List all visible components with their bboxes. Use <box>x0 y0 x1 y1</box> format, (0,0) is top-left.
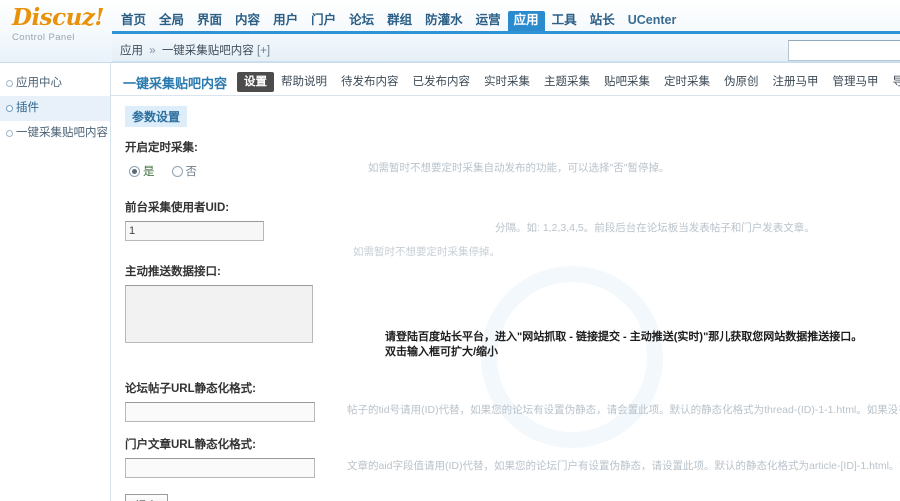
radio-icon-yes[interactable] <box>129 165 140 177</box>
timed-collect-label: 开启定时采集: <box>125 142 198 154</box>
tab-5[interactable]: 主题采集 <box>537 72 597 92</box>
topnav-item-13[interactable]: UCenter <box>622 11 683 31</box>
timed-collect-option-yes-label: 是 <box>143 166 155 178</box>
portal-url-format-hint: 文章的aid字段值请用(ID)代替，如果您的论坛门户有设置伪静态，请设置此项。默… <box>347 460 900 472</box>
topnav-item-9[interactable]: 运营 <box>470 11 507 31</box>
portal-url-format-label: 门户文章URL静态化格式: <box>125 439 256 451</box>
plugin-title: 一键采集贴吧内容 <box>123 75 228 91</box>
timed-collect-hint: 如需暂时不想要定时采集自动发布的功能，可以选择"否"暂停掉。 <box>368 162 670 174</box>
breadcrumb-root[interactable]: 应用 <box>120 45 143 57</box>
topnav-item-8[interactable]: 防灌水 <box>419 11 469 31</box>
timed-collect-option-yes[interactable]: 是 <box>129 163 155 179</box>
breadcrumb-expand-toggle[interactable]: [+] <box>257 45 270 57</box>
forum-url-format-input[interactable] <box>125 402 315 422</box>
tab-1[interactable]: 帮助说明 <box>274 72 334 92</box>
topnav-item-4[interactable]: 用户 <box>267 11 304 31</box>
admin-panel-page: Discuz! Control Panel 首页 全局 界面 内容 用户 门户 论坛 群组 防灌… <box>0 0 900 501</box>
topnav-item-10[interactable]: 应用 <box>507 11 545 31</box>
breadcrumb-separator: » <box>149 45 156 57</box>
breadcrumb: 应用 » 一键采集贴吧内容 [+] <box>120 42 270 58</box>
radio-icon-no[interactable] <box>171 165 183 177</box>
tab-3[interactable]: 已发布内容 <box>406 72 478 92</box>
collector-uid-hint-secondary: 如需暂时不想要定时采集停掉。 <box>353 246 500 258</box>
topnav-item-11[interactable]: 工具 <box>546 11 583 31</box>
topnav-item-7[interactable]: 群组 <box>381 11 418 31</box>
sidebar: 应用中心插件一键采集贴吧内容 <box>0 63 111 501</box>
bullet-icon <box>6 80 13 87</box>
header-nav-area: 首页 全局 界面 内容 用户 门户 论坛 群组 防灌水 运营 应用 工具 站长 UCenter 应用 » … <box>112 0 900 62</box>
tab-8[interactable]: 伪原创 <box>717 72 766 92</box>
topnav-item-12[interactable]: 站长 <box>584 11 621 31</box>
collector-uid-label: 前台采集使用者UID: <box>125 202 230 214</box>
settings-panel: 参数设置 开启定时采集: 是 否 如需暂时不想要定时采集自动发布的功能，可以选择… <box>111 96 900 501</box>
tab-7[interactable]: 定时采集 <box>657 72 717 92</box>
topnav-item-3[interactable]: 内容 <box>229 11 266 31</box>
tab-10[interactable]: 管理马甲 <box>826 72 886 92</box>
field-push-api: 主动推送数据接口: 请登陆百度站长平台，进入"网站抓取 - 链接提交 - 主动推… <box>125 263 900 358</box>
timed-collect-option-no[interactable]: 否 <box>171 163 198 179</box>
bullet-icon <box>6 130 13 137</box>
field-forum-url-format: 论坛帖子URL静态化格式: 帖子的tid号请用(ID)代替，如果您的论坛有设置伪… <box>125 380 900 422</box>
sidebar-item-label: 一键采集贴吧内容 <box>16 127 108 139</box>
tab-6[interactable]: 贴吧采集 <box>597 72 657 92</box>
tab-0[interactable]: 设置 <box>237 72 275 92</box>
section-title: 参数设置 <box>125 106 188 127</box>
field-collector-uid: 前台采集使用者UID: 分隔。如: 1,2,3,4,5。前段后台在论坛板当发表帖… <box>125 199 900 258</box>
sidebar-item-0[interactable]: 应用中心 <box>0 71 110 96</box>
sidebar-item-1[interactable]: 插件 <box>0 96 110 121</box>
topnav-item-0[interactable]: 首页 <box>115 11 152 31</box>
sidebar-item-label: 插件 <box>16 102 39 114</box>
tab-2[interactable]: 待发布内容 <box>334 72 406 92</box>
topnav-item-5[interactable]: 门户 <box>305 11 342 31</box>
timed-collect-option-no-label: 否 <box>185 166 198 178</box>
tab-11[interactable]: 导入马甲 <box>886 72 900 92</box>
brand-subtitle: Control Panel <box>12 32 75 43</box>
field-portal-url-format: 门户文章URL静态化格式: 文章的aid字段值请用(ID)代替，如果您的论坛门户… <box>125 436 900 478</box>
tab-4[interactable]: 实时采集 <box>477 72 537 92</box>
breadcrumb-current[interactable]: 一键采集贴吧内容 <box>162 45 254 57</box>
brand-name: Discuz! <box>12 4 105 31</box>
search-input[interactable] <box>788 40 900 61</box>
breadcrumb-bar: 应用 » 一键采集贴吧内容 [+] <box>112 34 900 62</box>
tab-list: 设置 帮助说明 待发布内容 已发布内容 实时采集 主题采集 贴吧采集 定时采集 伪原创 注册马甲管… <box>237 72 900 92</box>
push-api-hint-line1: 请登陆百度站长平台，进入"网站抓取 - 链接提交 - 主动推送(实时)"那儿获取… <box>385 331 863 343</box>
collector-uid-input[interactable] <box>125 221 264 241</box>
tab-9[interactable]: 注册马甲 <box>766 72 826 92</box>
collector-uid-hint: 分隔。如: 1,2,3,4,5。前段后台在论坛板当发表帖子和门户发表文章。 <box>495 222 815 234</box>
portal-url-format-input[interactable] <box>125 458 315 478</box>
push-api-textarea[interactable] <box>125 285 313 343</box>
field-timed-collect: 开启定时采集: 是 否 如需暂时不想要定时采集自动发布的功能，可以选择"否"暂停… <box>125 139 900 181</box>
push-api-label: 主动推送数据接口: <box>125 266 221 278</box>
tab-strip: 一键采集贴吧内容 设置 帮助说明 待发布内容 已发布内容 实时采集 主题采集 贴吧采集 定时采… <box>111 69 900 95</box>
bullet-icon <box>6 105 13 112</box>
topnav-item-2[interactable]: 界面 <box>191 11 228 31</box>
push-api-hint-line2: 双击输入框可扩大/缩小 <box>385 346 499 358</box>
sidebar-item-label: 应用中心 <box>16 77 62 89</box>
forum-url-format-label: 论坛帖子URL静态化格式: <box>125 383 256 395</box>
forum-url-format-hint: 帖子的tid号请用(ID)代替，如果您的论坛有设置伪静态，请会置此项。默认的静态… <box>347 404 900 416</box>
topnav-item-6[interactable]: 论坛 <box>343 11 380 31</box>
topnav-item-1[interactable]: 全局 <box>153 11 190 31</box>
page-header: Discuz! Control Panel 首页 全局 界面 内容 用户 门户 论坛 群组 防灌… <box>0 0 900 63</box>
content-area: 一键采集贴吧内容 设置 帮助说明 待发布内容 已发布内容 实时采集 主题采集 贴吧采集 定时采… <box>111 63 900 501</box>
page-body: 应用中心 插件 一键采集贴吧内容 一键采集贴吧内容 设置 帮助说明 待发布内容 已发布内容… <box>0 63 900 501</box>
top-navigation: 首页 全局 界面 内容 用户 门户 论坛 群组 防灌水 运营 应用 工具 站长 UCenter <box>115 11 682 31</box>
brand-logo[interactable]: Discuz! Control Panel <box>12 4 108 44</box>
sidebar-item-2[interactable]: 一键采集贴吧内容 <box>0 121 110 146</box>
